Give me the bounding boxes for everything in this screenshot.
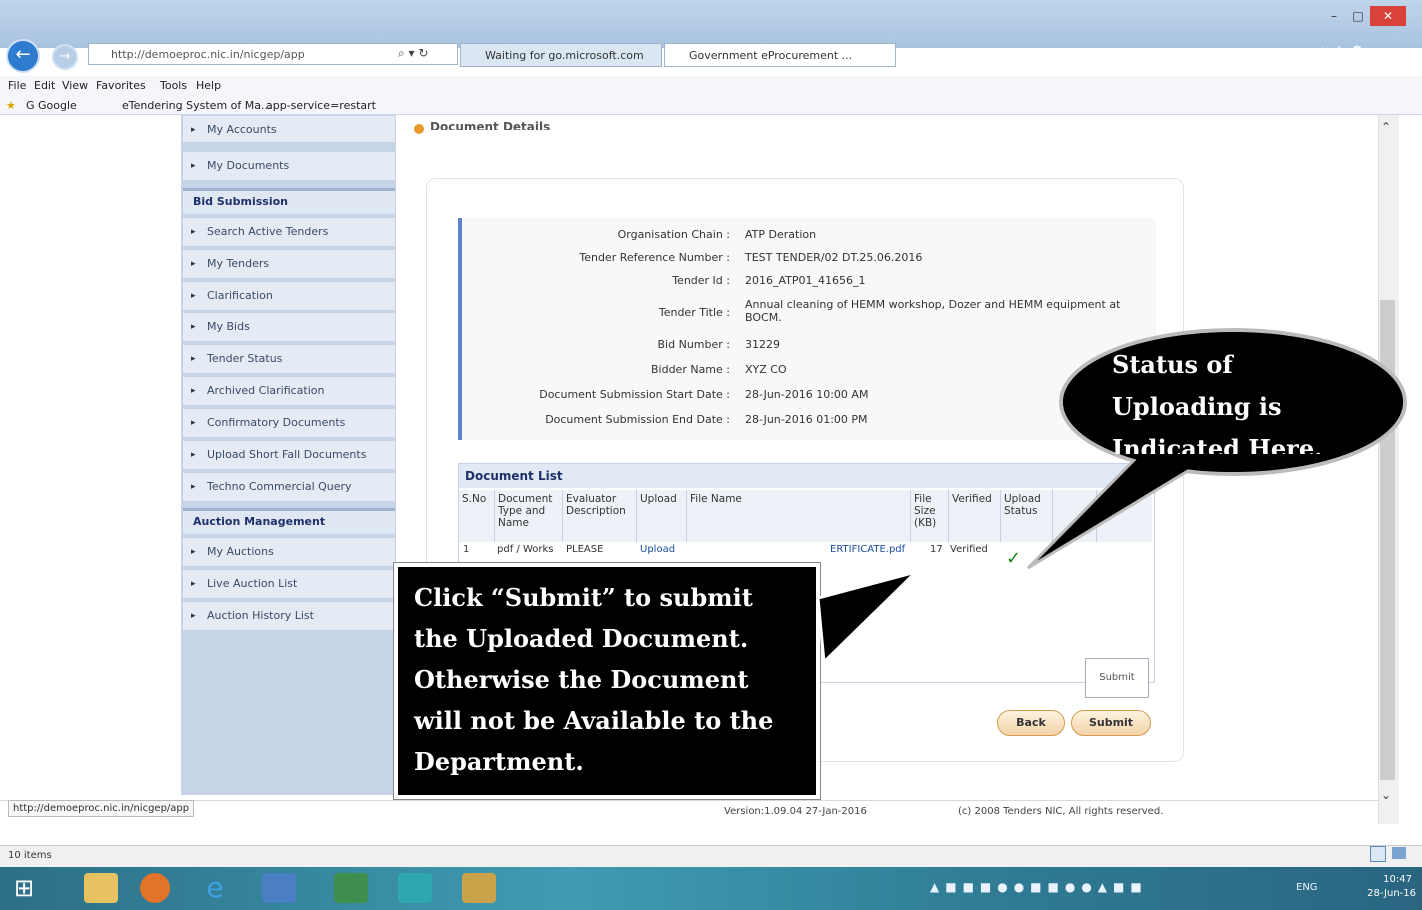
sidebar-item-auction-history-list[interactable]: Auction History List [183,602,395,632]
close-icon[interactable]: ✕ [1370,6,1406,26]
system-tray-icons[interactable]: ▲■■■●●■■●●▲■■ [930,880,1260,896]
sidebar-item-tender-status[interactable]: Tender Status [183,345,395,375]
file-explorer-icon[interactable] [84,873,118,903]
section-title: Document Details [430,120,551,130]
info-label-end-date: Document Submission End Date : [545,413,730,426]
menu-tools[interactable]: Tools [160,79,187,92]
info-value-tender-ref: TEST TENDER/02 DT.25.06.2016 [745,251,923,264]
layers-app-icon[interactable] [462,873,496,903]
sidebar-item-archived-clarification[interactable]: Archived Clarification [183,377,395,407]
submit-callout-line-4: will not be Available to the [414,706,774,735]
upload-status-check-icon: ✓ [1006,548,1022,569]
sidebar-header-bid-submission: Bid Submission [183,188,395,214]
col-verified: Verified [949,490,1001,542]
sidebar-item-my-auctions[interactable]: My Auctions [183,538,395,568]
sidebar-item-live-auction-list[interactable]: Live Auction List [183,570,395,600]
minimize-icon[interactable]: – [1322,6,1346,26]
status-callout-line-2: Uploading is [1112,392,1282,421]
back-arrow-icon[interactable]: ← [6,39,40,73]
info-label-tender-id: Tender Id : [672,274,730,287]
details-view-icon[interactable] [1370,846,1386,862]
tab-waiting[interactable]: Waiting for go.microsoft.com [460,43,662,67]
windows-start-icon[interactable]: ⊞ [14,876,34,900]
info-value-tender-id: 2016_ATP01_41656_1 [745,274,866,287]
internet-explorer-icon[interactable]: e [198,873,232,903]
submit-callout-line-5: Department. [414,747,584,776]
info-label-tender-ref: Tender Reference Number : [579,251,730,264]
section-bullet-icon [414,124,424,134]
submit-callout-pointer [818,570,921,666]
menu-edit[interactable]: Edit [34,79,55,92]
row-file-name[interactable]: ERTIFICATE.pdf [830,544,905,568]
clock-time[interactable]: 10:47 [1356,874,1412,885]
sidebar-header-auction-management: Auction Management [183,508,395,534]
fav-google[interactable]: G Google [26,99,77,112]
sidebar-item-confirmatory-documents[interactable]: Confirmatory Documents [183,409,395,439]
forward-arrow-icon[interactable]: → [52,44,78,70]
excel-icon[interactable] [334,873,368,903]
status-url: http://demoeproc.nic.in/nicgep/app [8,800,195,817]
submit-callout: Click “Submit” to submit the Uploaded Do… [394,563,820,799]
sidebar-item-search-active-tenders[interactable]: Search Active Tenders [183,218,395,248]
col-doc-type: Document Type and Name [495,490,563,542]
explorer-status-bar [0,845,1422,868]
menu-help[interactable]: Help [196,79,221,92]
info-label-org-chain: Organisation Chain : [617,228,730,241]
col-upload: Upload [637,490,687,542]
col-file-size: File Size (KB) [911,490,949,542]
status-callout-line-1: Status of [1112,350,1233,379]
submit-callout-line-3: Otherwise the Document [414,665,749,694]
word-icon[interactable] [262,873,296,903]
version-text: Version:1.09.04 27-Jan-2016 [724,806,867,817]
col-sno: S.No [459,490,495,542]
status-callout-line-3: Indicated Here. [1112,434,1323,454]
menu-view[interactable]: View [62,79,88,92]
scroll-up-icon[interactable]: ⌃ [1381,120,1391,134]
fav-etendering[interactable]: eTendering System of Ma... [122,99,271,112]
info-value-org-chain: ATP Deration [745,228,817,241]
col-file-name: File Name [687,490,911,542]
browser-titlebar [0,0,1422,48]
language-indicator[interactable]: ENG [1296,882,1318,893]
col-evaluator: Evaluator Description [563,490,637,542]
info-label-start-date: Document Submission Start Date : [539,388,730,401]
status-callout-text: Status of Uploading is Indicated Here. [1112,344,1352,454]
address-bar-url: http://demoeproc.nic.in/nicgep/app [111,48,305,61]
tiles-view-icon[interactable] [1392,847,1406,859]
favorites-star-icon[interactable]: ★ [6,99,16,112]
back-button[interactable]: Back [997,710,1065,736]
sidebar-item-upload-short-fall[interactable]: Upload Short Fall Documents [183,441,395,471]
page-footer [0,800,1378,823]
fav-app-service[interactable]: app-service=restart [266,99,376,112]
menu-favorites[interactable]: Favorites [96,79,146,92]
sidebar-item-my-bids[interactable]: My Bids [183,313,395,343]
search-refresh-icon[interactable]: ⌕ ▾ ↻ [398,46,428,61]
sidebar-item-clarification[interactable]: Clarification [183,282,395,312]
info-label-bid-number: Bid Number : [657,338,730,351]
maximize-icon[interactable]: □ [1346,6,1370,26]
info-label-tender-title: Tender Title : [658,306,730,319]
tab-eprocurement[interactable]: Government eProcurement ... [664,43,896,67]
sidebar-item-my-documents[interactable]: My Documents [183,152,395,182]
inner-submit-button[interactable]: Submit [1085,658,1149,698]
info-label-bidder-name: Bidder Name : [650,363,730,376]
scroll-down-icon[interactable]: ⌄ [1381,788,1391,802]
sidebar-item-techno-commercial-query[interactable]: Techno Commercial Query [183,473,395,503]
submit-callout-line-1: Click “Submit” to submit [414,583,753,612]
submit-callout-line-2: the Uploaded Document. [414,624,749,653]
headset-app-icon[interactable] [398,873,432,903]
sidebar-item-my-tenders[interactable]: My Tenders [183,250,395,280]
home-star-gear-icon[interactable]: ⌂ ★ ⚙ [1318,42,1364,60]
copyright-text: (c) 2008 Tenders NIC, All rights reserve… [958,806,1164,817]
row-verified: Verified [950,544,988,555]
clock-date[interactable]: 28-Jun-16 [1356,888,1416,899]
row-file-size: 17 [930,544,943,555]
submit-button[interactable]: Submit [1071,710,1151,736]
menu-file[interactable]: File [8,79,26,92]
sidebar-item-my-accounts[interactable]: My Accounts [183,116,395,144]
firefox-icon[interactable] [140,873,170,903]
items-count: 10 items [8,850,52,861]
